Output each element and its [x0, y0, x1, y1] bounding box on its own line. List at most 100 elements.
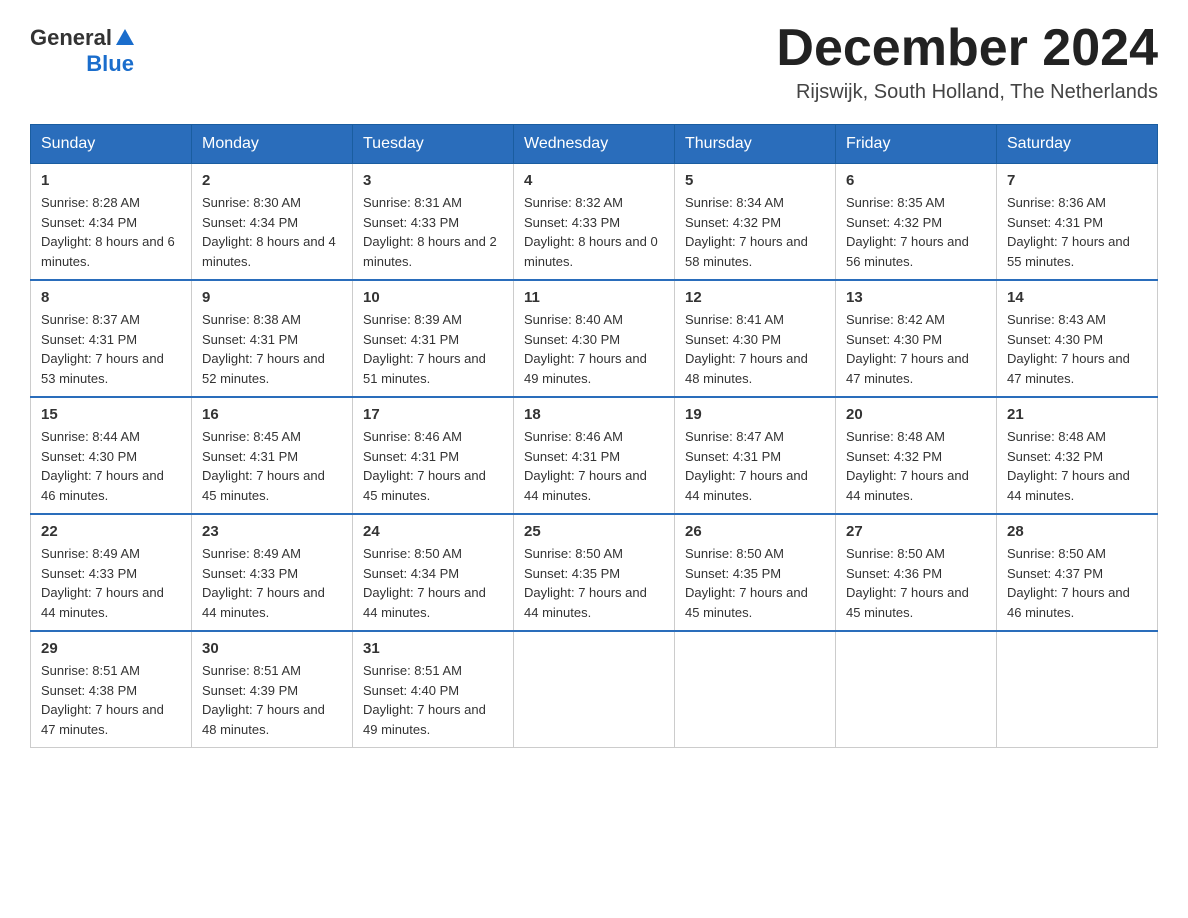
- day-number: 29: [41, 640, 181, 657]
- day-info: Sunrise: 8:51 AM Sunset: 4:40 PM Dayligh…: [363, 661, 503, 739]
- day-number: 15: [41, 406, 181, 423]
- day-info: Sunrise: 8:28 AM Sunset: 4:34 PM Dayligh…: [41, 193, 181, 271]
- day-info: Sunrise: 8:46 AM Sunset: 4:31 PM Dayligh…: [363, 427, 503, 505]
- calendar-cell: 4 Sunrise: 8:32 AM Sunset: 4:33 PM Dayli…: [514, 164, 675, 281]
- day-number: 23: [202, 523, 342, 540]
- calendar-cell: 13 Sunrise: 8:42 AM Sunset: 4:30 PM Dayl…: [836, 280, 997, 397]
- logo: General Blue: [30, 20, 134, 77]
- header-tuesday: Tuesday: [353, 125, 514, 164]
- day-info: Sunrise: 8:50 AM Sunset: 4:36 PM Dayligh…: [846, 544, 986, 622]
- day-number: 19: [685, 406, 825, 423]
- day-info: Sunrise: 8:34 AM Sunset: 4:32 PM Dayligh…: [685, 193, 825, 271]
- week-row-4: 22 Sunrise: 8:49 AM Sunset: 4:33 PM Dayl…: [31, 514, 1158, 631]
- day-number: 9: [202, 289, 342, 306]
- header-sunday: Sunday: [31, 125, 192, 164]
- calendar-cell: 2 Sunrise: 8:30 AM Sunset: 4:34 PM Dayli…: [192, 164, 353, 281]
- day-number: 16: [202, 406, 342, 423]
- calendar-cell: 3 Sunrise: 8:31 AM Sunset: 4:33 PM Dayli…: [353, 164, 514, 281]
- calendar-cell: 9 Sunrise: 8:38 AM Sunset: 4:31 PM Dayli…: [192, 280, 353, 397]
- day-number: 11: [524, 289, 664, 306]
- day-number: 20: [846, 406, 986, 423]
- calendar-cell: [997, 631, 1158, 748]
- day-info: Sunrise: 8:30 AM Sunset: 4:34 PM Dayligh…: [202, 193, 342, 271]
- day-info: Sunrise: 8:48 AM Sunset: 4:32 PM Dayligh…: [846, 427, 986, 505]
- day-info: Sunrise: 8:50 AM Sunset: 4:35 PM Dayligh…: [524, 544, 664, 622]
- calendar-cell: [675, 631, 836, 748]
- day-info: Sunrise: 8:50 AM Sunset: 4:34 PM Dayligh…: [363, 544, 503, 622]
- header-saturday: Saturday: [997, 125, 1158, 164]
- day-number: 26: [685, 523, 825, 540]
- day-info: Sunrise: 8:44 AM Sunset: 4:30 PM Dayligh…: [41, 427, 181, 505]
- week-row-1: 1 Sunrise: 8:28 AM Sunset: 4:34 PM Dayli…: [31, 164, 1158, 281]
- day-info: Sunrise: 8:47 AM Sunset: 4:31 PM Dayligh…: [685, 427, 825, 505]
- calendar-cell: 29 Sunrise: 8:51 AM Sunset: 4:38 PM Dayl…: [31, 631, 192, 748]
- calendar-cell: 24 Sunrise: 8:50 AM Sunset: 4:34 PM Dayl…: [353, 514, 514, 631]
- day-number: 21: [1007, 406, 1147, 423]
- day-number: 12: [685, 289, 825, 306]
- calendar-cell: 27 Sunrise: 8:50 AM Sunset: 4:36 PM Dayl…: [836, 514, 997, 631]
- day-info: Sunrise: 8:49 AM Sunset: 4:33 PM Dayligh…: [41, 544, 181, 622]
- calendar-table: Sunday Monday Tuesday Wednesday Thursday…: [30, 124, 1158, 748]
- week-row-5: 29 Sunrise: 8:51 AM Sunset: 4:38 PM Dayl…: [31, 631, 1158, 748]
- calendar-cell: 1 Sunrise: 8:28 AM Sunset: 4:34 PM Dayli…: [31, 164, 192, 281]
- day-number: 7: [1007, 172, 1147, 189]
- calendar-cell: 23 Sunrise: 8:49 AM Sunset: 4:33 PM Dayl…: [192, 514, 353, 631]
- day-info: Sunrise: 8:49 AM Sunset: 4:33 PM Dayligh…: [202, 544, 342, 622]
- day-info: Sunrise: 8:40 AM Sunset: 4:30 PM Dayligh…: [524, 310, 664, 388]
- day-number: 25: [524, 523, 664, 540]
- calendar-cell: 12 Sunrise: 8:41 AM Sunset: 4:30 PM Dayl…: [675, 280, 836, 397]
- calendar-cell: [836, 631, 997, 748]
- month-title: December 2024: [776, 20, 1158, 77]
- day-info: Sunrise: 8:39 AM Sunset: 4:31 PM Dayligh…: [363, 310, 503, 388]
- calendar-cell: 10 Sunrise: 8:39 AM Sunset: 4:31 PM Dayl…: [353, 280, 514, 397]
- day-number: 28: [1007, 523, 1147, 540]
- header-wednesday: Wednesday: [514, 125, 675, 164]
- day-info: Sunrise: 8:35 AM Sunset: 4:32 PM Dayligh…: [846, 193, 986, 271]
- day-number: 5: [685, 172, 825, 189]
- calendar-cell: 6 Sunrise: 8:35 AM Sunset: 4:32 PM Dayli…: [836, 164, 997, 281]
- title-area: December 2024 Rijswijk, South Holland, T…: [776, 20, 1158, 104]
- calendar-cell: 7 Sunrise: 8:36 AM Sunset: 4:31 PM Dayli…: [997, 164, 1158, 281]
- day-number: 1: [41, 172, 181, 189]
- calendar-cell: 20 Sunrise: 8:48 AM Sunset: 4:32 PM Dayl…: [836, 397, 997, 514]
- calendar-cell: 25 Sunrise: 8:50 AM Sunset: 4:35 PM Dayl…: [514, 514, 675, 631]
- week-row-3: 15 Sunrise: 8:44 AM Sunset: 4:30 PM Dayl…: [31, 397, 1158, 514]
- day-info: Sunrise: 8:43 AM Sunset: 4:30 PM Dayligh…: [1007, 310, 1147, 388]
- location-subtitle: Rijswijk, South Holland, The Netherlands: [776, 81, 1158, 104]
- day-info: Sunrise: 8:50 AM Sunset: 4:35 PM Dayligh…: [685, 544, 825, 622]
- day-number: 31: [363, 640, 503, 657]
- day-number: 6: [846, 172, 986, 189]
- day-number: 30: [202, 640, 342, 657]
- calendar-cell: 21 Sunrise: 8:48 AM Sunset: 4:32 PM Dayl…: [997, 397, 1158, 514]
- day-info: Sunrise: 8:41 AM Sunset: 4:30 PM Dayligh…: [685, 310, 825, 388]
- calendar-cell: 18 Sunrise: 8:46 AM Sunset: 4:31 PM Dayl…: [514, 397, 675, 514]
- day-number: 18: [524, 406, 664, 423]
- day-info: Sunrise: 8:32 AM Sunset: 4:33 PM Dayligh…: [524, 193, 664, 271]
- day-number: 27: [846, 523, 986, 540]
- calendar-cell: 30 Sunrise: 8:51 AM Sunset: 4:39 PM Dayl…: [192, 631, 353, 748]
- page-header: General Blue December 2024 Rijswijk, Sou…: [30, 20, 1158, 104]
- weekday-header-row: Sunday Monday Tuesday Wednesday Thursday…: [31, 125, 1158, 164]
- day-number: 13: [846, 289, 986, 306]
- header-friday: Friday: [836, 125, 997, 164]
- day-number: 4: [524, 172, 664, 189]
- day-number: 10: [363, 289, 503, 306]
- day-info: Sunrise: 8:46 AM Sunset: 4:31 PM Dayligh…: [524, 427, 664, 505]
- day-number: 24: [363, 523, 503, 540]
- day-number: 3: [363, 172, 503, 189]
- day-info: Sunrise: 8:48 AM Sunset: 4:32 PM Dayligh…: [1007, 427, 1147, 505]
- calendar-cell: 5 Sunrise: 8:34 AM Sunset: 4:32 PM Dayli…: [675, 164, 836, 281]
- day-info: Sunrise: 8:51 AM Sunset: 4:39 PM Dayligh…: [202, 661, 342, 739]
- logo-text-blue: Blue: [86, 51, 134, 76]
- day-number: 22: [41, 523, 181, 540]
- day-info: Sunrise: 8:38 AM Sunset: 4:31 PM Dayligh…: [202, 310, 342, 388]
- day-number: 2: [202, 172, 342, 189]
- logo-icon: General Blue: [30, 25, 134, 77]
- day-number: 14: [1007, 289, 1147, 306]
- calendar-cell: 26 Sunrise: 8:50 AM Sunset: 4:35 PM Dayl…: [675, 514, 836, 631]
- day-info: Sunrise: 8:37 AM Sunset: 4:31 PM Dayligh…: [41, 310, 181, 388]
- calendar-cell: 19 Sunrise: 8:47 AM Sunset: 4:31 PM Dayl…: [675, 397, 836, 514]
- calendar-cell: 15 Sunrise: 8:44 AM Sunset: 4:30 PM Dayl…: [31, 397, 192, 514]
- calendar-cell: 17 Sunrise: 8:46 AM Sunset: 4:31 PM Dayl…: [353, 397, 514, 514]
- calendar-cell: 16 Sunrise: 8:45 AM Sunset: 4:31 PM Dayl…: [192, 397, 353, 514]
